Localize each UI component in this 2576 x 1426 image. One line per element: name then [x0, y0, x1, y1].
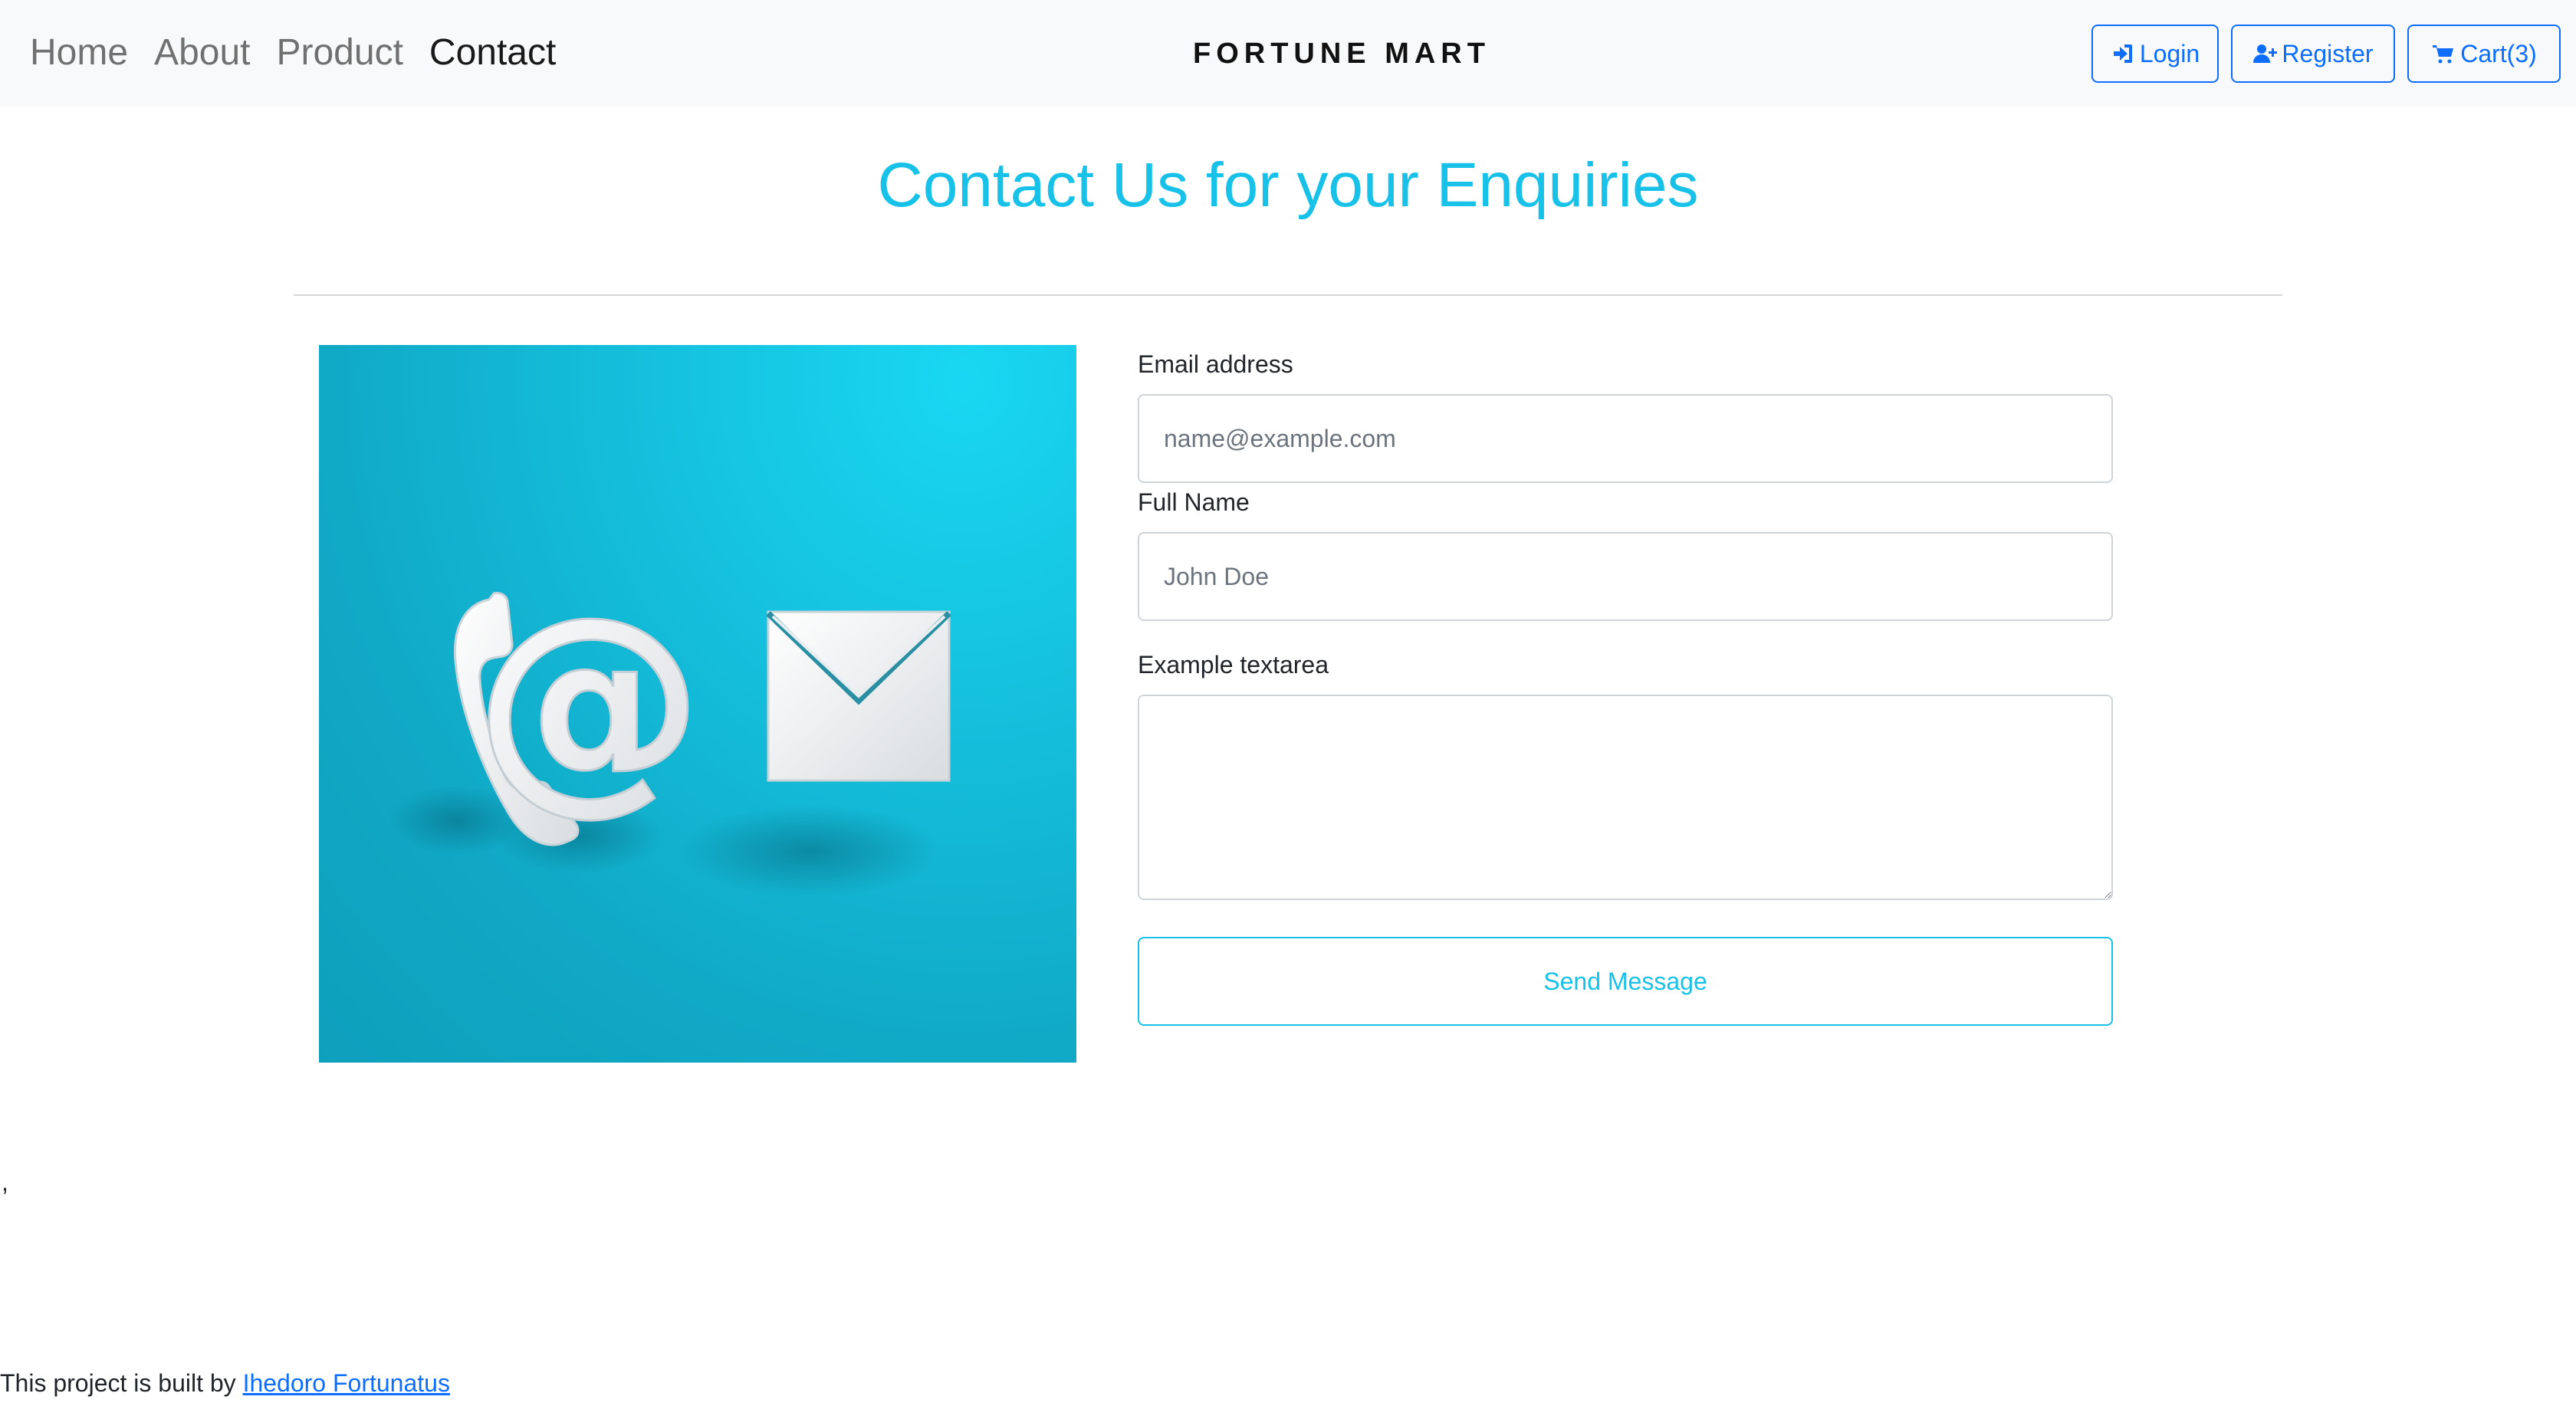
message-textarea[interactable] — [1138, 695, 2113, 900]
author-link[interactable]: Ihedoro Fortunatus — [243, 1369, 450, 1397]
cart-label: Cart(3) — [2460, 39, 2537, 67]
nav-link-home[interactable]: Home — [30, 29, 128, 77]
nav-buttons: Login Register Cart(3) — [2091, 25, 2561, 83]
send-message-button[interactable]: Send Message — [1138, 937, 2113, 1026]
nav-link-product[interactable]: Product — [276, 29, 402, 77]
email-field[interactable] — [1138, 394, 2113, 483]
sign-in-icon — [2111, 41, 2135, 66]
footer: This project is built by Ihedoro Fortuna… — [0, 1368, 450, 1398]
brand-logo[interactable]: FORTUNE MART — [1193, 34, 1485, 74]
user-plus-icon — [2252, 41, 2278, 66]
nav-link-contact[interactable]: Contact — [429, 29, 556, 77]
full-name-label: Full Name — [1138, 488, 1250, 516]
page-title: Contact Us for your Enquiries — [877, 150, 1699, 220]
nav-link-about[interactable]: About — [154, 29, 250, 77]
login-button[interactable]: Login — [2091, 25, 2219, 83]
at-sign-icon: @ — [473, 567, 705, 836]
nav-links: Home About Product Contact — [30, 29, 556, 77]
footer-text: This project is built by — [0, 1369, 243, 1397]
register-label: Register — [2282, 39, 2374, 67]
cart-button[interactable]: Cart(3) — [2407, 25, 2561, 83]
svg-text:@: @ — [474, 567, 704, 835]
stray-text: , — [2, 1168, 8, 1196]
full-name-field[interactable] — [1138, 532, 2113, 621]
navbar: Home About Product Contact FORTUNE MART … — [0, 0, 2576, 107]
divider — [294, 294, 2282, 296]
login-label: Login — [2139, 39, 2200, 67]
shopping-cart-icon — [2431, 41, 2456, 66]
register-button[interactable]: Register — [2231, 25, 2395, 83]
envelope-icon — [766, 610, 951, 782]
contact-illustration: @ — [319, 345, 1076, 1063]
email-label: Email address — [1138, 350, 1293, 378]
message-label: Example textarea — [1138, 651, 1329, 678]
